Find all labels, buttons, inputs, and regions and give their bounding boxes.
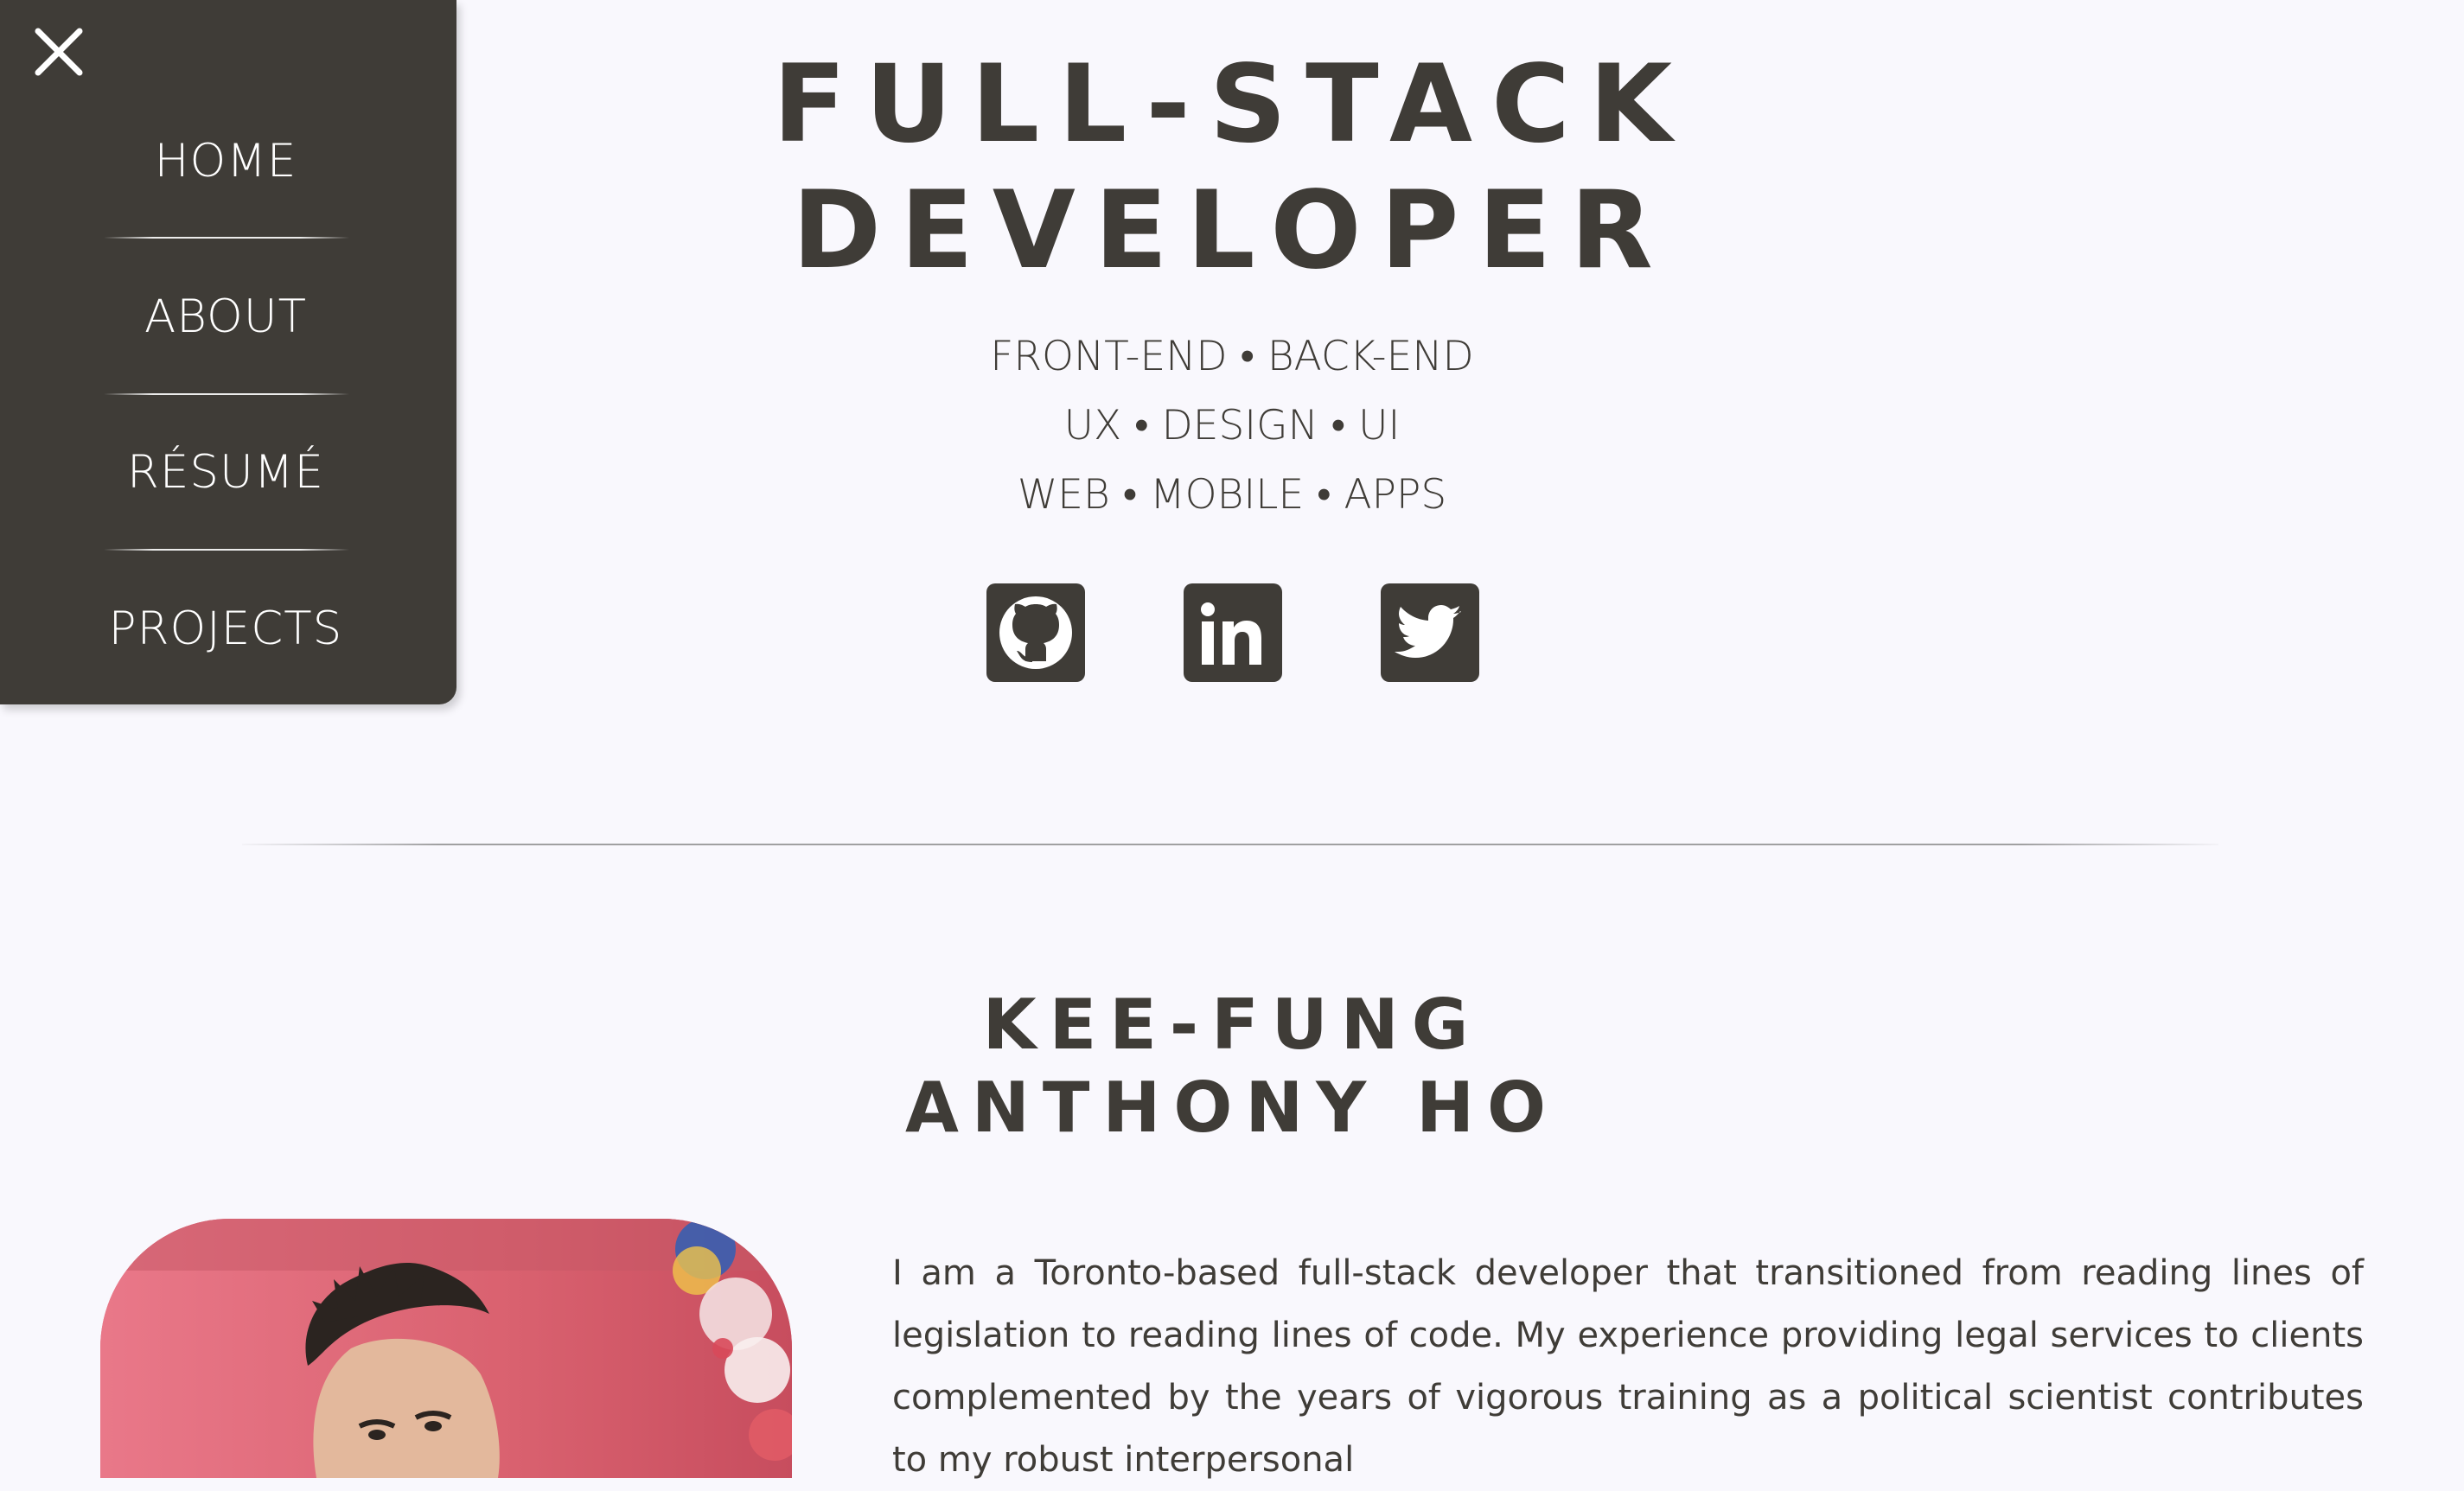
hero-title: FULL-STACK DEVELOPER [536,41,1928,294]
menu-divider [104,237,349,239]
twitter-link[interactable] [1381,583,1479,682]
hero-title-line-1: FULL-STACK [772,42,1692,167]
about-bio: I am a Toronto-based full-stack develope… [892,1253,2364,1480]
name-line-2: ANTHONY HO [904,1067,1560,1148]
menu-item-projects[interactable]: PROJECTS [0,602,451,657]
linkedin-link[interactable] [1184,583,1282,682]
side-menu: HOME ABOUT RÉSUMÉ PROJECTS [0,0,456,704]
github-icon [999,596,1072,669]
menu-item-resume[interactable]: RÉSUMÉ [0,445,451,500]
close-icon [35,28,83,76]
menu-divider [104,393,349,395]
menu-item-home[interactable]: HOME [0,134,451,189]
menu-item-about[interactable]: ABOUT [0,290,451,345]
name-line-1: KEE-FUNG [982,984,1482,1065]
github-link[interactable] [986,583,1085,682]
profile-photo [100,1219,792,1478]
twitter-icon [1395,605,1461,658]
tagline-line-2: UX • DESIGN • UI [1063,402,1401,449]
tagline-line-1: FRONT-END • BACK-END [990,333,1474,380]
linkedin-icon [1201,602,1261,665]
hero-title-line-2: DEVELOPER [792,169,1672,293]
section-divider [242,844,2218,845]
social-links [986,583,1479,682]
tagline-line-3: WEB • MOBILE • APPS [1017,471,1447,519]
about-name-title: KEE-FUNG ANTHONY HO [536,984,1928,1150]
close-menu-button[interactable] [33,26,85,78]
menu-divider [104,549,349,551]
